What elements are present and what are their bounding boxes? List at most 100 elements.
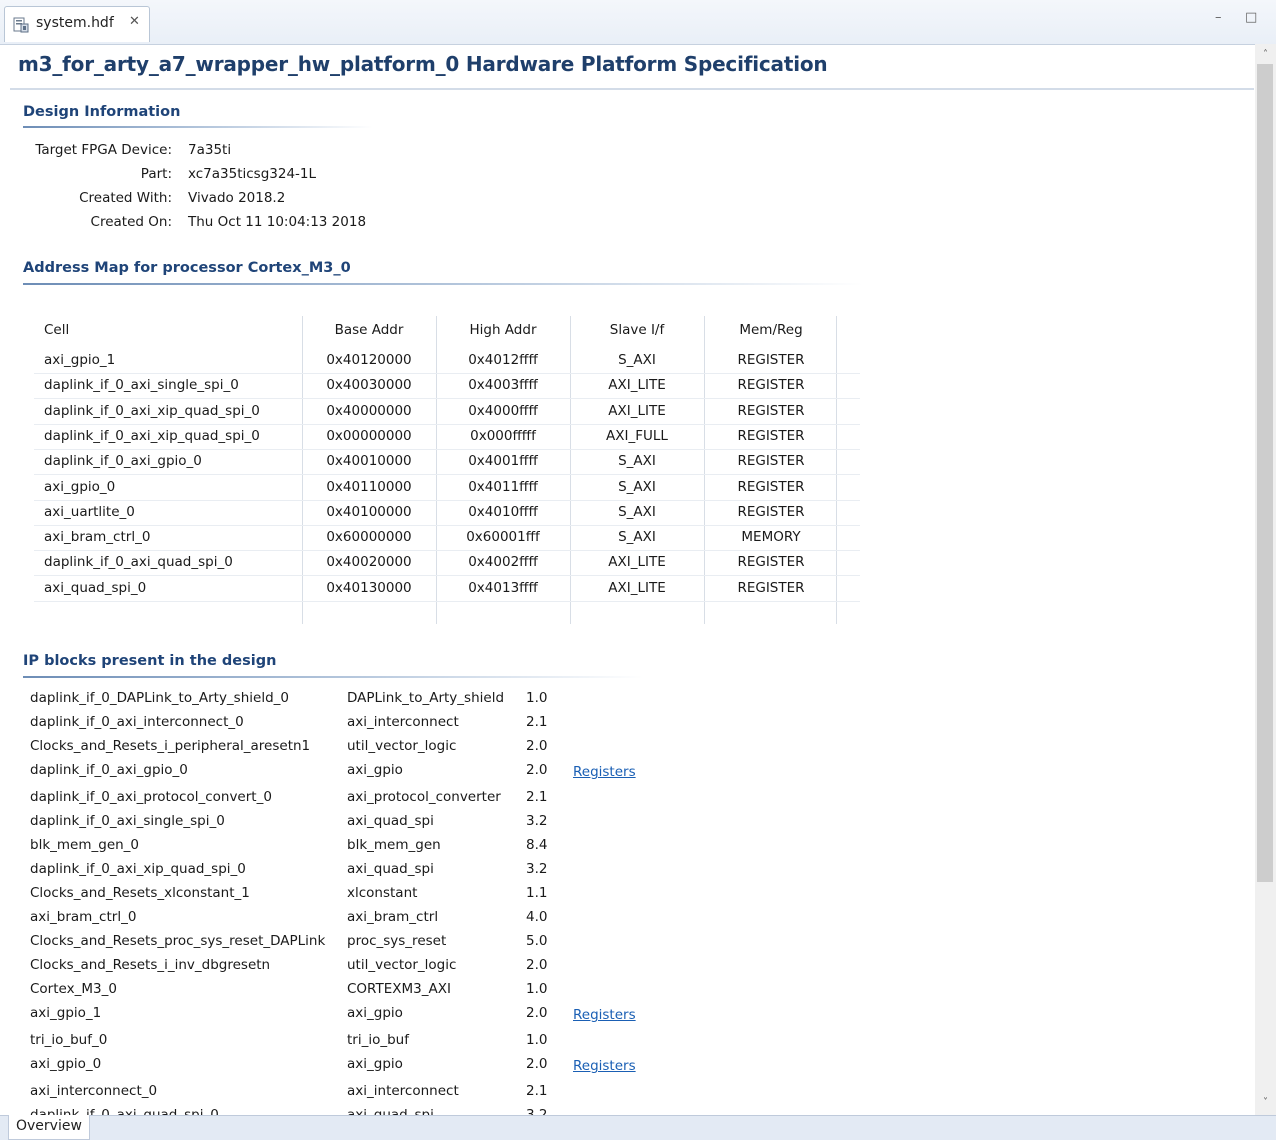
base-addr: 0x00000000 [326, 427, 412, 444]
ip-block-name: daplink_if_0_axi_xip_quad_spi_0 [30, 861, 246, 877]
high-addr: 0x000fffff [470, 427, 536, 444]
info-value: Vivado 2018.2 [188, 190, 286, 206]
ip-block-type: axi_quad_spi [347, 1107, 434, 1115]
ip-block-version: 2.0 [526, 762, 548, 778]
ip-block-name: Cortex_M3_0 [30, 981, 117, 997]
ip-block-version: 2.0 [526, 738, 548, 754]
table-row: axi_gpio_1 0x40120000 0x4012ffff S_AXI REGIS… [34, 348, 860, 374]
base-addr: 0x40020000 [326, 554, 412, 571]
ip-block-row: Clocks_and_Resets_i_peripheral_aresetn1 u… [0, 738, 700, 762]
ip-block-version: 2.1 [526, 1083, 548, 1099]
cell-name: daplink_if_0_axi_single_spi_0 [44, 377, 239, 394]
ip-block-type: DAPLink_to_Arty_shield [347, 690, 505, 706]
base-addr: 0x40000000 [326, 402, 412, 419]
table-row: axi_quad_spi_0 0x40130000 0x4013ffff AXI_LI… [34, 576, 860, 602]
ip-block-type: proc_sys_reset [347, 933, 447, 949]
info-value: Thu Oct 11 10:04:13 2018 [188, 214, 367, 230]
ip-block-version: 2.0 [526, 957, 548, 973]
mem-reg: REGISTER [737, 503, 805, 520]
high-addr: 0x4002ffff [468, 554, 538, 571]
scroll-up-icon[interactable]: ˄ [1255, 46, 1276, 64]
slave-if: S_AXI [618, 453, 656, 470]
info-row-created-with: Created With: Vivado 2018.2 [0, 190, 600, 212]
ip-block-type: axi_protocol_converter [347, 789, 501, 805]
base-addr: 0x40010000 [326, 453, 412, 470]
slave-if: S_AXI [618, 529, 656, 546]
mem-reg: REGISTER [737, 377, 805, 394]
table-row: axi_gpio_0 0x40110000 0x4011ffff S_AXI REGIS… [34, 475, 860, 501]
column-header-high-addr: High Addr [469, 322, 537, 338]
slave-if: AXI_LITE [608, 579, 666, 596]
ip-block-name: axi_gpio_0 [30, 1056, 102, 1072]
info-label: Created On: [90, 214, 172, 230]
vertical-scrollbar[interactable]: ˄ ˅ [1255, 44, 1276, 1115]
high-addr: 0x4010ffff [468, 503, 538, 520]
ip-block-name: Clocks_and_Resets_xlconstant_1 [30, 885, 250, 901]
info-row-device: Target FPGA Device: 7a35ti [0, 142, 600, 164]
high-addr: 0x4003ffff [468, 377, 538, 394]
ip-block-row: daplink_if_0_axi_single_spi_0 axi_quad_sp… [0, 813, 700, 837]
ip-block-row: Cortex_M3_0 CORTEXM3_AXI 1.0 [0, 981, 700, 1005]
ip-block-version: 1.0 [526, 690, 548, 706]
slave-if: AXI_LITE [608, 377, 666, 394]
ip-block-name: daplink_if_0_axi_gpio_0 [30, 762, 188, 778]
cell-name: daplink_if_0_axi_xip_quad_spi_0 [44, 402, 260, 419]
info-row-created-on: Created On: Thu Oct 11 10:04:13 2018 [0, 214, 600, 236]
registers-link[interactable]: Registers [573, 1007, 636, 1023]
ip-block-row: daplink_if_0_axi_protocol_convert_0 axi_p… [0, 789, 700, 813]
ip-block-type: axi_bram_ctrl [347, 909, 439, 925]
ip-block-row: axi_interconnect_0 axi_interconnect 2.1 [0, 1083, 700, 1107]
ip-block-row: daplink_if_0_DAPLink_to_Arty_shield_0 DAP… [0, 690, 700, 714]
ip-block-name: Clocks_and_Resets_i_inv_dbgresetn [30, 957, 271, 973]
ip-block-version: 2.1 [526, 714, 548, 730]
registers-link[interactable]: Registers [573, 764, 636, 780]
ip-block-name: Clocks_and_Resets_proc_sys_reset_DAPLink [30, 933, 326, 949]
cell-name: axi_uartlite_0 [44, 503, 135, 520]
table-row: daplink_if_0_axi_xip_quad_spi_0 0x4000000… [34, 399, 860, 425]
tab-overview[interactable]: Overview [8, 1115, 90, 1140]
registers-link[interactable]: Registers [573, 1058, 636, 1074]
ip-block-version: 1.0 [526, 1032, 548, 1048]
high-addr: 0x60001fff [466, 529, 540, 546]
ip-block-row: Clocks_and_Resets_i_inv_dbgresetn util_ve… [0, 957, 700, 981]
info-label: Created With: [79, 190, 172, 206]
cell-name: axi_bram_ctrl_0 [44, 529, 151, 546]
ip-block-row: daplink_if_0_axi_xip_quad_spi_0 axi_quad_… [0, 861, 700, 885]
ip-block-name: daplink_if_0_axi_protocol_convert_0 [30, 789, 272, 805]
ip-block-name: daplink_if_0_axi_quad_spi_0 [30, 1107, 219, 1115]
ip-block-row: daplink_if_0_axi_quad_spi_0 axi_quad_spi 3… [0, 1107, 700, 1115]
high-addr: 0x4011ffff [468, 478, 538, 495]
mem-reg: REGISTER [737, 427, 805, 444]
ip-block-type: axi_interconnect [347, 1083, 459, 1099]
table-row: daplink_if_0_axi_quad_spi_0 0x40020000 0x4… [34, 550, 860, 577]
ip-block-name: daplink_if_0_axi_interconnect_0 [30, 714, 244, 730]
ip-block-type: CORTEXM3_AXI [347, 981, 451, 997]
scrollbar-thumb[interactable] [1257, 64, 1273, 882]
info-value: 7a35ti [188, 142, 232, 158]
ip-block-type: axi_gpio [347, 762, 403, 778]
ip-block-name: axi_interconnect_0 [30, 1083, 158, 1099]
ip-blocks-heading: IP blocks present in the design [23, 653, 277, 669]
info-row-part: Part: xc7a35ticsg324-1L [0, 166, 600, 188]
slave-if: AXI_LITE [608, 402, 666, 419]
ip-block-type: axi_gpio [347, 1005, 403, 1021]
scroll-down-icon[interactable]: ˅ [1255, 1094, 1276, 1112]
base-addr: 0x40120000 [326, 352, 412, 368]
base-addr: 0x40100000 [326, 503, 412, 520]
ip-block-row: blk_mem_gen_0 blk_mem_gen 8.4 [0, 837, 700, 861]
table-header: Cell Base Addr High Addr Slave I/f Mem/R… [34, 322, 860, 344]
high-addr: 0x4013ffff [468, 579, 538, 596]
cell-name: daplink_if_0_axi_quad_spi_0 [44, 554, 233, 571]
high-addr: 0x4012ffff [468, 352, 538, 368]
table-row: axi_bram_ctrl_0 0x60000000 0x60001fff S_AXI… [34, 525, 860, 552]
ip-block-type: util_vector_logic [347, 738, 457, 754]
ip-block-type: util_vector_logic [347, 957, 457, 973]
column-header-cell: Cell [44, 322, 70, 338]
ip-block-name: daplink_if_0_axi_single_spi_0 [30, 813, 225, 829]
high-addr: 0x4000ffff [468, 402, 538, 419]
ip-block-version: 4.0 [526, 909, 548, 925]
slave-if: AXI_LITE [608, 554, 666, 571]
ip-block-row: axi_bram_ctrl_0 axi_bram_ctrl 4.0 [0, 909, 700, 933]
cell-name: daplink_if_0_axi_xip_quad_spi_0 [44, 427, 260, 444]
ip-block-version: 2.0 [526, 1005, 548, 1021]
